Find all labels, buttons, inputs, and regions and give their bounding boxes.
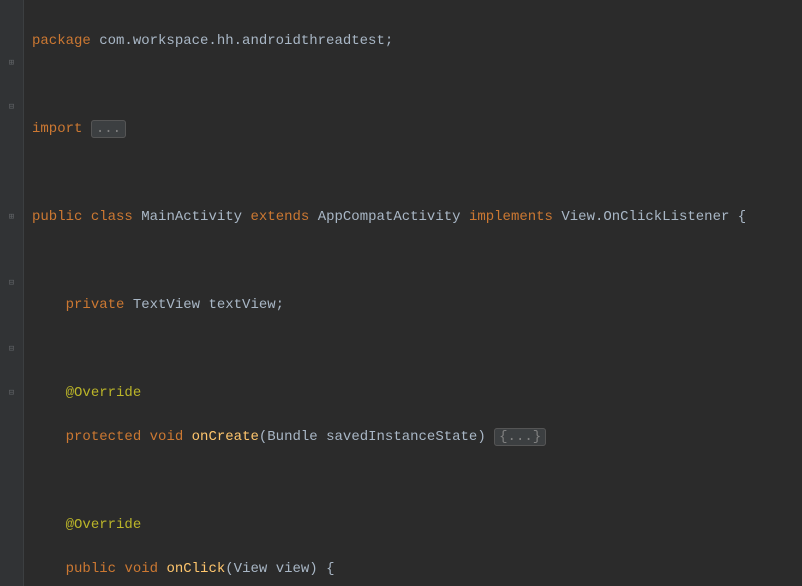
- gutter-fold[interactable]: ⊞: [0, 206, 23, 228]
- semicolon: ;: [385, 33, 393, 49]
- gutter-fold[interactable]: ⊟: [0, 382, 23, 404]
- interface-name: View.OnClickListener: [561, 209, 729, 225]
- gutter-line: [0, 74, 23, 96]
- gutter-line: [0, 294, 23, 316]
- gutter-line: [0, 162, 23, 184]
- gutter-line: [0, 140, 23, 162]
- gutter-line: [0, 30, 23, 52]
- gutter-line: [0, 228, 23, 250]
- code-line: [32, 250, 802, 272]
- param-type: Bundle: [267, 429, 317, 445]
- keyword-implements: implements: [469, 209, 553, 225]
- gutter-line: [0, 448, 23, 470]
- annotation-override: @Override: [66, 385, 142, 401]
- folded-imports[interactable]: ...: [91, 120, 126, 138]
- superclass-name: AppCompatActivity: [318, 209, 461, 225]
- class-name: MainActivity: [141, 209, 242, 225]
- gutter-line: [0, 118, 23, 140]
- folded-oncreate[interactable]: {...}: [494, 428, 546, 446]
- code-line: public class MainActivity extends AppCom…: [32, 206, 802, 228]
- annotation-override: @Override: [66, 517, 142, 533]
- keyword-public: public: [66, 561, 116, 577]
- gutter-line: [0, 514, 23, 536]
- method-oncreate: onCreate: [192, 429, 259, 445]
- brace: {: [729, 209, 746, 225]
- gutter-fold[interactable]: ⊞: [0, 52, 23, 74]
- field-textview: textView: [208, 297, 275, 313]
- gutter-fold[interactable]: ⊟: [0, 96, 23, 118]
- code-line: private TextView textView;: [32, 294, 802, 316]
- gutter-line: [0, 558, 23, 580]
- gutter-line: [0, 8, 23, 30]
- gutter-line: [0, 470, 23, 492]
- keyword-import: import: [32, 121, 82, 137]
- rparen: ): [309, 561, 317, 577]
- keyword-void: void: [124, 561, 158, 577]
- lparen: (: [225, 561, 233, 577]
- package-path: com.workspace.hh.androidthreadtest: [91, 33, 385, 49]
- code-line: [32, 162, 802, 184]
- code-line: @Override: [32, 382, 802, 404]
- semicolon: ;: [276, 297, 284, 313]
- brace: {: [318, 561, 335, 577]
- keyword-class: class: [91, 209, 133, 225]
- param-name: view: [276, 561, 310, 577]
- code-editor[interactable]: package com.workspace.hh.androidthreadte…: [24, 0, 802, 586]
- code-line: [32, 74, 802, 96]
- editor-gutter: ⊞ ⊟ ⊞ ⊟ ⊟ ⊟: [0, 0, 24, 586]
- code-line: import ...: [32, 118, 802, 140]
- method-onclick: onClick: [166, 561, 225, 577]
- param-type: View: [234, 561, 268, 577]
- keyword-public: public: [32, 209, 82, 225]
- code-line: @Override: [32, 514, 802, 536]
- gutter-fold[interactable]: ⊟: [0, 272, 23, 294]
- gutter-line: [0, 404, 23, 426]
- code-line: [32, 470, 802, 492]
- keyword-void: void: [150, 429, 184, 445]
- gutter-line: [0, 250, 23, 272]
- code-line: package com.workspace.hh.androidthreadte…: [32, 30, 802, 52]
- code-line: protected void onCreate(Bundle savedInst…: [32, 426, 802, 448]
- code-line: [32, 338, 802, 360]
- gutter-line: [0, 184, 23, 206]
- gutter-line: [0, 536, 23, 558]
- gutter-line: [0, 316, 23, 338]
- code-line: public void onClick(View view) {: [32, 558, 802, 580]
- param-name: savedInstanceState: [326, 429, 477, 445]
- gutter-fold[interactable]: ⊟: [0, 338, 23, 360]
- keyword-private: private: [66, 297, 125, 313]
- keyword-protected: protected: [66, 429, 142, 445]
- gutter-line: [0, 360, 23, 382]
- rparen: ): [477, 429, 485, 445]
- keyword-extends: extends: [250, 209, 309, 225]
- gutter-line: [0, 492, 23, 514]
- gutter-line: [0, 426, 23, 448]
- type-textview: TextView: [133, 297, 200, 313]
- keyword-package: package: [32, 33, 91, 49]
